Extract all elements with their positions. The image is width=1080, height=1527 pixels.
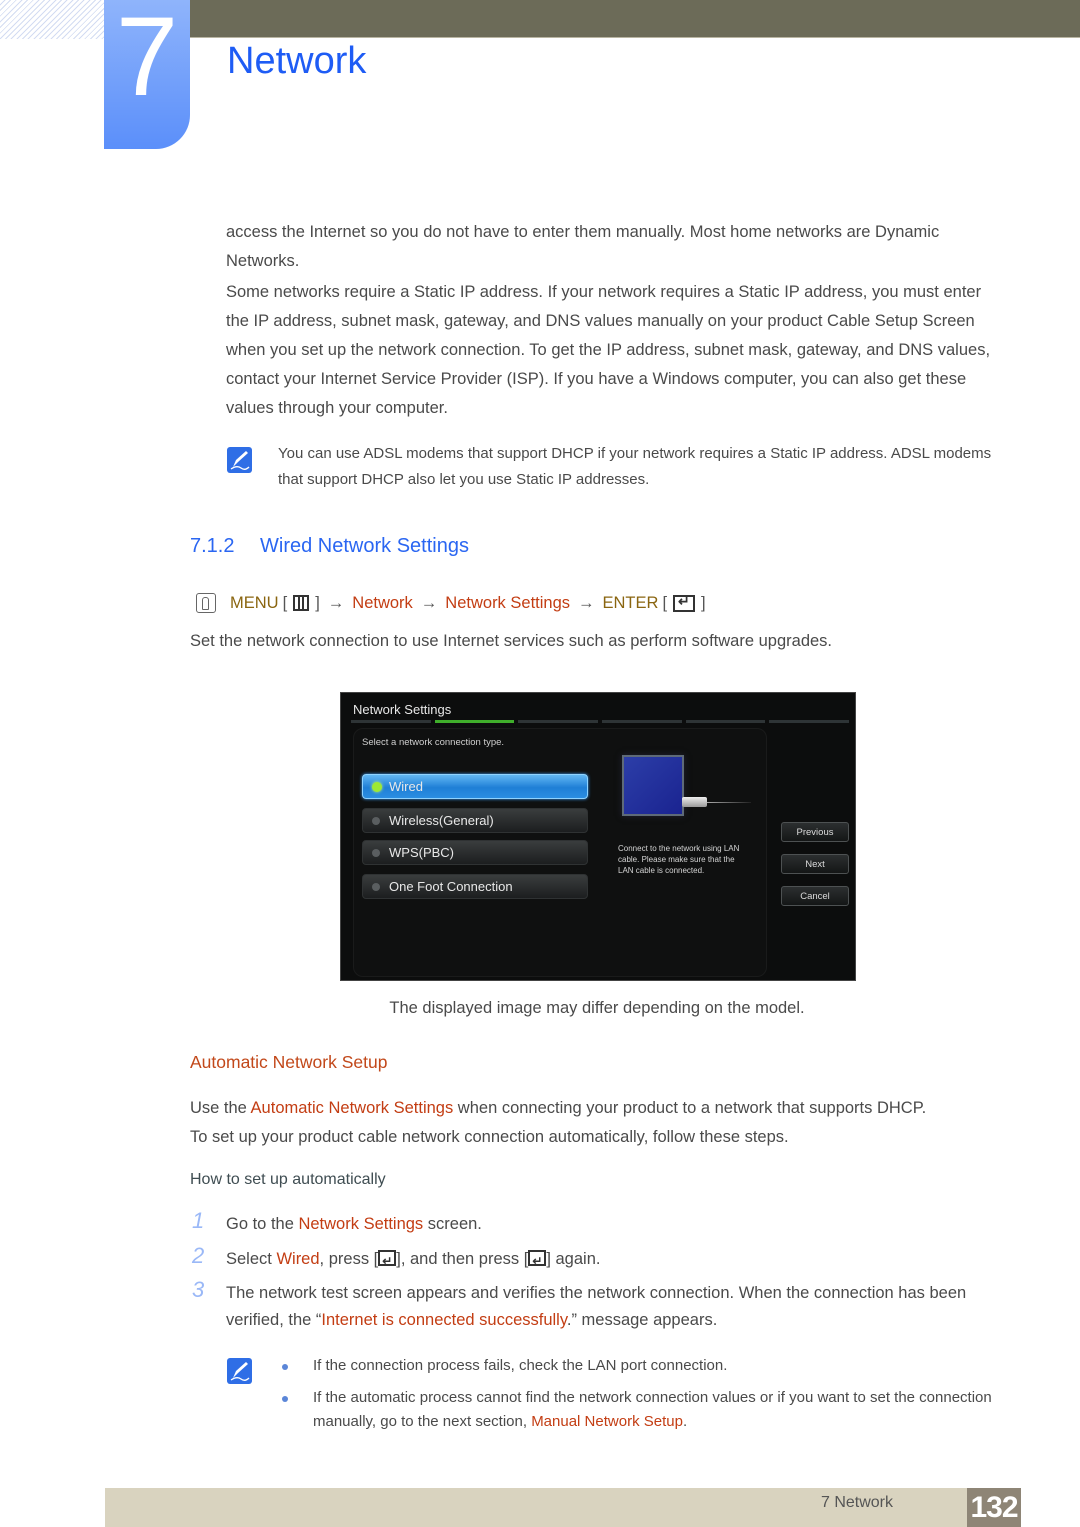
bullet-icon (282, 1364, 288, 1370)
option-label: WPS(PBC) (389, 845, 454, 860)
link-manual-network-setup[interactable]: Manual Network Setup (531, 1413, 683, 1430)
section-title: Wired Network Settings (260, 535, 469, 557)
progress-segment (518, 720, 599, 723)
note-bullet-2: If the automatic process cannot find the… (313, 1386, 1013, 1434)
emphasis: Wired (276, 1250, 320, 1268)
arrow: → (420, 593, 438, 612)
tv-progress-bar (351, 720, 850, 723)
page-footer: 7 Network (105, 1488, 1021, 1527)
page-number: 132 (967, 1488, 1021, 1527)
progress-segment-active (434, 720, 515, 723)
option-label: One Foot Connection (389, 879, 513, 894)
section-number: 7.1.2 (190, 535, 235, 557)
tv-description: Connect to the network using LAN cable. … (618, 844, 740, 875)
progress-segment (602, 720, 682, 723)
subsection-heading: Automatic Network Setup (190, 1052, 388, 1072)
section-intro: Set the network connection to use Intern… (190, 632, 833, 650)
intro-paragraph-1: access the Internet so you do not have t… (226, 223, 940, 270)
intro-paragraph-2: Some networks require a Static IP addres… (226, 283, 991, 417)
bracket: [ (662, 593, 668, 612)
bracket: ] (701, 593, 706, 612)
indicator-icon (372, 883, 380, 891)
section-heading: 7.1.2 Wired Network Settings (190, 535, 469, 558)
menu-button-icon (293, 595, 310, 611)
monitor-illustration-icon (622, 755, 684, 816)
note-icon (227, 447, 252, 473)
step-number: 2 (192, 1243, 205, 1268)
chapter-title: Network (227, 40, 367, 82)
note-icon (227, 1358, 252, 1384)
bullet-icon (282, 1396, 288, 1402)
tv-network-settings-screen: Network Settings Select a network connec… (340, 692, 856, 981)
text: To set up your product cable network con… (190, 1128, 789, 1146)
arrow: → (327, 593, 345, 612)
cancel-button[interactable]: Cancel (781, 886, 849, 906)
indicator-icon (372, 849, 380, 857)
step-number: 1 (192, 1208, 205, 1233)
previous-button[interactable]: Previous (781, 822, 849, 842)
auto-setup-paragraph: Use the Automatic Network Settings when … (190, 1094, 1020, 1152)
option-one-foot-connection[interactable]: One Foot Connection (362, 874, 588, 899)
text: ], and then press [ (396, 1250, 529, 1268)
text: Go to the (226, 1215, 299, 1233)
emphasis-automatic-network-settings: Automatic Network Settings (250, 1099, 454, 1117)
text: Select (226, 1250, 277, 1268)
footer-chapter-label: 7 Network (820, 1494, 893, 1511)
text: screen. (423, 1215, 482, 1233)
arrow: → (578, 593, 595, 612)
lan-cable-icon (707, 802, 751, 803)
step-number: 3 (192, 1277, 205, 1302)
enter-button-icon (673, 593, 696, 612)
note-text: You can use ADSL modems that support DHC… (278, 445, 992, 488)
step-3-text: The network test screen appears and veri… (226, 1280, 1006, 1334)
bracket: ] (315, 593, 320, 612)
remote-hand-icon (196, 593, 216, 613)
selected-indicator-icon (372, 782, 382, 792)
menu-path: MENU [ ] → Network → Network Settings → … (196, 593, 706, 613)
bracket: [ (282, 593, 288, 612)
text: ] again. (546, 1250, 601, 1268)
howto-heading: How to set up automatically (190, 1171, 386, 1188)
lan-plug-icon (682, 797, 707, 807)
step-1-text: Go to the Network Settings screen. (226, 1211, 1006, 1238)
tv-screen-title: Network Settings (353, 702, 452, 717)
option-label: Wireless(General) (389, 813, 494, 828)
text: , press [ (319, 1250, 379, 1268)
menu-path-enter: ENTER (602, 593, 659, 612)
note-bullet-1: If the connection process fails, check t… (313, 1357, 728, 1374)
text: when connecting your product to a networ… (453, 1099, 927, 1117)
emphasis: Internet is connected successfully (321, 1311, 567, 1329)
option-wired[interactable]: Wired (362, 774, 588, 799)
enter-button-icon (378, 1248, 397, 1275)
next-button[interactable]: Next (781, 854, 849, 874)
chapter-number: 7 (115, 0, 179, 119)
option-wireless-general[interactable]: Wireless(General) (362, 808, 588, 833)
text: Use the (190, 1099, 251, 1117)
option-label: Wired (389, 779, 423, 794)
tv-prompt: Select a network connection type. (362, 737, 505, 748)
menu-path-network-settings: Network Settings (445, 593, 571, 612)
emphasis: Network Settings (298, 1215, 424, 1233)
enter-button-icon (528, 1248, 547, 1275)
option-wps-pbc[interactable]: WPS(PBC) (362, 840, 588, 865)
text: . (682, 1413, 688, 1430)
progress-segment (351, 720, 431, 723)
chapter-tab: 7 (104, 0, 190, 149)
image-caption: The displayed image may differ depending… (389, 999, 805, 1017)
header-bar (190, 0, 1080, 38)
menu-path-menu: MENU (230, 593, 279, 612)
step-2-text: Select Wired, press [ ], and then press [… (226, 1246, 1006, 1275)
progress-segment (769, 720, 850, 723)
header-hatch-decoration (0, 0, 104, 39)
menu-path-network: Network (352, 593, 413, 612)
indicator-icon (372, 817, 380, 825)
progress-segment (685, 720, 766, 723)
text: .” message appears. (566, 1311, 718, 1329)
